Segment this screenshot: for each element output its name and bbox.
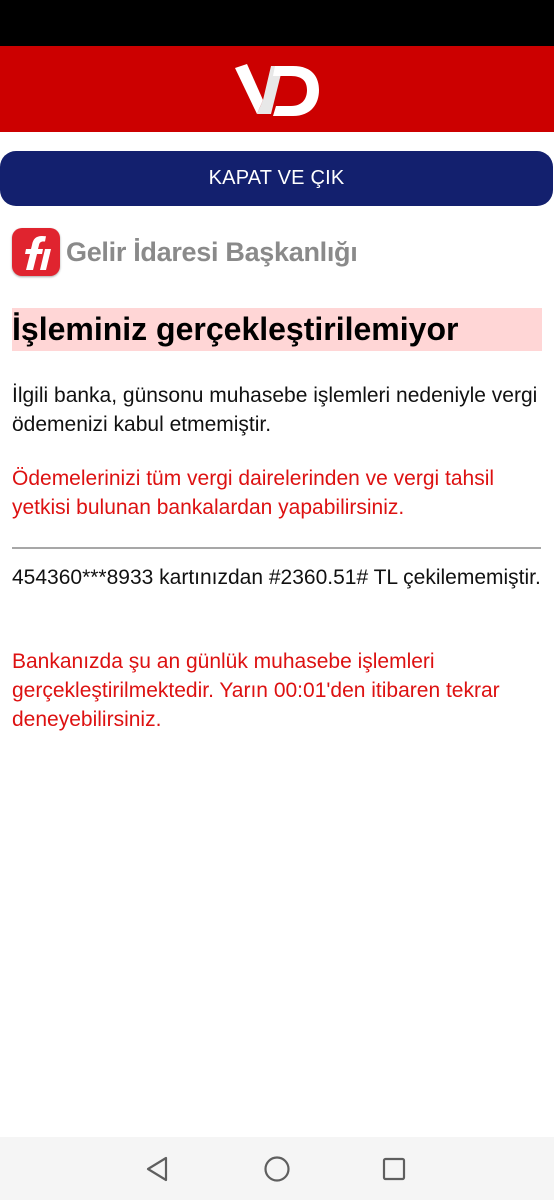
status-bar	[0, 0, 554, 46]
home-circle-icon[interactable]	[259, 1151, 295, 1187]
ivd-logo-icon	[235, 64, 319, 116]
bank-notice-text: Bankanızda şu an günlük muhasebe işlemle…	[12, 650, 500, 731]
payment-advice-text: Ödemelerinizi tüm vergi dairelerinden ve…	[12, 467, 495, 519]
gib-brand: Gelir İdaresi Başkanlığı	[12, 228, 358, 276]
gib-logo-icon	[12, 228, 60, 276]
gib-name: Gelir İdaresi Başkanlığı	[66, 236, 358, 267]
card-result-text: 454360***8933 kartınızdan #2360.51# TL ç…	[12, 566, 541, 589]
divider	[12, 547, 541, 549]
app-header	[0, 46, 554, 132]
close-and-exit-button[interactable]: KAPAT VE ÇIK	[0, 151, 553, 206]
failure-reason-text: İlgili banka, günsonu muhasebe işlemleri…	[12, 384, 538, 436]
back-triangle-icon[interactable]	[140, 1151, 176, 1187]
page-title: İşleminiz gerçekleştirilemiyor	[12, 308, 542, 351]
recent-apps-square-icon[interactable]	[376, 1151, 412, 1187]
system-nav-bar	[0, 1137, 554, 1200]
